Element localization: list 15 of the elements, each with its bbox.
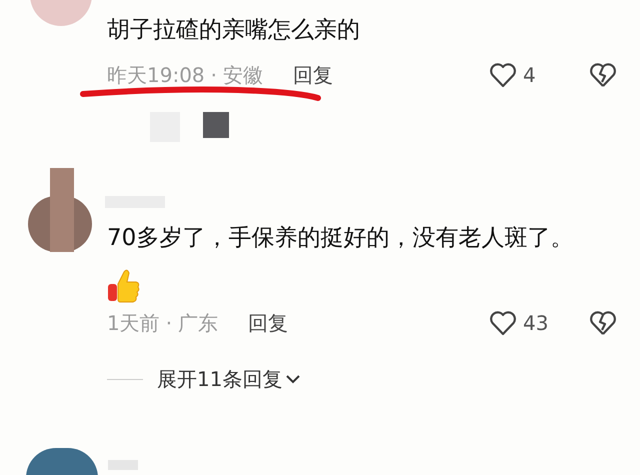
comment-text: 70多岁了，手保养的挺好的，没有老人斑了。	[107, 224, 574, 253]
reply-button[interactable]: 回复	[248, 308, 288, 338]
reply-button[interactable]: 回复	[293, 60, 333, 90]
broken-heart-icon[interactable]	[589, 61, 617, 89]
comment-meta: 昨天19:08 · 安徽	[107, 62, 263, 89]
chevron-down-icon	[285, 373, 302, 385]
heart-icon[interactable]	[489, 309, 517, 337]
like-count: 43	[523, 310, 550, 337]
expand-replies-button[interactable]: 展开11条回复	[157, 364, 302, 394]
comment-text: 胡子拉碴的亲嘴怎么亲的	[107, 16, 361, 45]
comment-meta: 1天前 · 广东	[107, 310, 218, 337]
broken-heart-icon[interactable]	[589, 309, 617, 337]
heart-icon[interactable]	[489, 61, 517, 89]
like-count: 4	[523, 62, 537, 89]
pixelated-block	[203, 112, 229, 138]
